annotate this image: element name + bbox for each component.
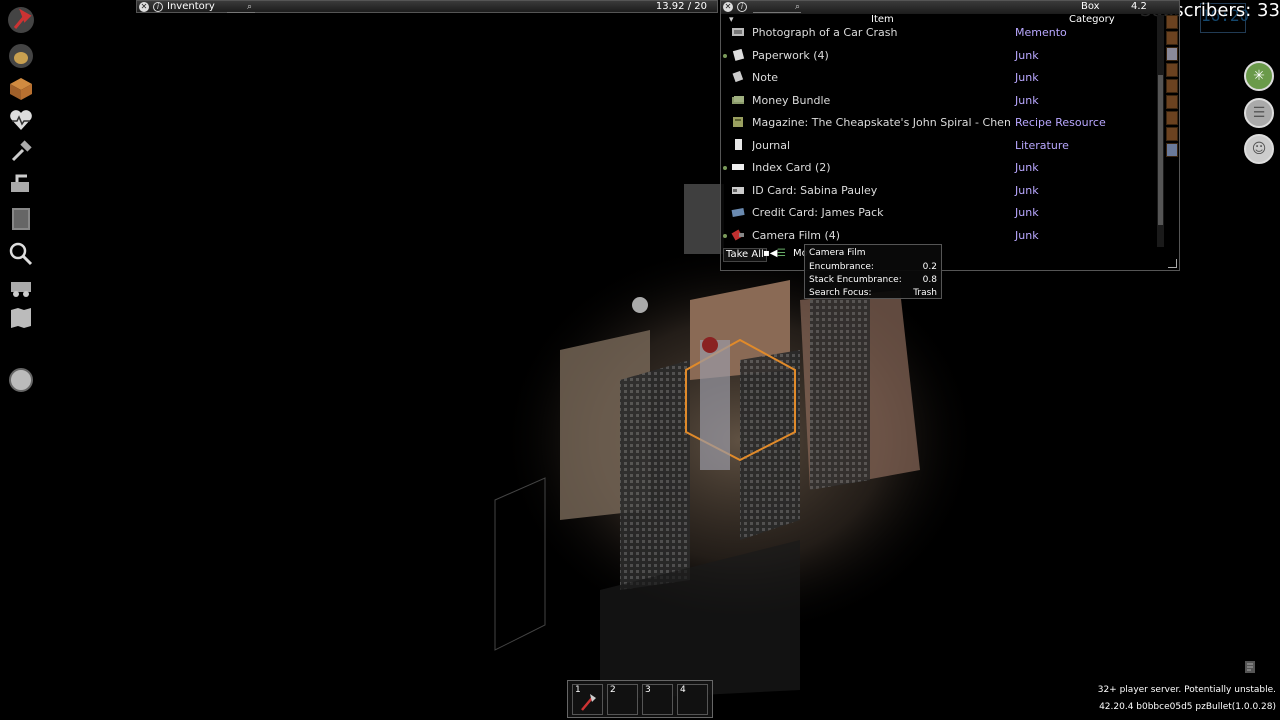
camera-film-icon (731, 229, 744, 240)
card-icon (732, 164, 744, 170)
bag-icon[interactable] (5, 42, 37, 70)
container-tab[interactable] (1166, 79, 1178, 93)
tooltip-row: Search Focus: Trash (809, 288, 937, 298)
loot-title-bar[interactable]: ✕ i ⌕ Box 4.2 (721, 1, 1179, 14)
list-item[interactable]: Photograph of a Car Crash Memento (721, 22, 1157, 44)
loot-panel: ✕ i ⌕ Box 4.2 ▾ Item Category Photograph… (720, 0, 1180, 271)
photo-icon (732, 28, 744, 36)
hotbar-slot[interactable]: 3 (642, 684, 673, 715)
map-icon[interactable] (5, 304, 37, 332)
search-icon[interactable] (5, 240, 37, 268)
container-tab[interactable] (1166, 95, 1178, 109)
credit-card-icon (731, 208, 745, 217)
map-tools-icon[interactable] (5, 272, 37, 300)
info-icon[interactable]: i (153, 2, 163, 12)
inventory-weight: 13.92 / 20 (655, 1, 707, 12)
scroll-thumb[interactable] (1158, 75, 1163, 225)
zoom-badge-icon[interactable] (5, 366, 37, 394)
tooltip-row: Encumbrance: 0.2 (809, 262, 937, 272)
crate-icon[interactable] (5, 74, 37, 102)
close-icon[interactable]: ✕ (723, 2, 733, 12)
magazine-icon (733, 117, 743, 127)
info-icon[interactable]: i (737, 2, 747, 12)
item-tooltip: Camera Film Encumbrance: 0.2 Stack Encumb… (804, 244, 942, 299)
list-item[interactable]: ID Card: Sabina Pauley Junk (721, 180, 1157, 202)
list-item[interactable]: Credit Card: James Pack Junk (721, 202, 1157, 224)
version-info: 42.20.4 b0bbce05d5 pzBullet(1.0.0.28) (1099, 702, 1276, 712)
list-item[interactable]: Money Bundle Junk (721, 90, 1157, 112)
notes-icon[interactable] (1244, 660, 1256, 674)
container-tab[interactable] (1166, 63, 1178, 77)
list-view-icon[interactable]: ☰ (777, 248, 786, 259)
menu-icon[interactable]: ☰ (1244, 98, 1274, 128)
inventory-search-icon[interactable]: ⌕ (247, 2, 252, 12)
floor-tab[interactable] (1166, 143, 1178, 157)
list-item[interactable]: Index Card (2) Junk (721, 157, 1157, 179)
list-item[interactable]: Magazine: The Cheapskate's John Spiral -… (721, 112, 1157, 134)
loot-search-field[interactable] (753, 2, 801, 13)
resize-handle[interactable] (1168, 259, 1177, 268)
hotbar-slot[interactable]: 4 (677, 684, 708, 715)
container-tab[interactable] (1166, 15, 1178, 29)
list-item[interactable]: Note Junk (721, 67, 1157, 89)
take-all-button[interactable]: Take All (723, 248, 767, 262)
tooltip-title: Camera Film (809, 248, 866, 258)
loot-footer: Take All ▪◀ ☰ Mo (721, 247, 1179, 263)
id-card-icon (732, 186, 744, 194)
list-item[interactable]: Journal Literature (721, 135, 1157, 157)
stack-indicator[interactable] (723, 166, 727, 170)
chat-toggle-icon[interactable]: ✳ (1244, 61, 1274, 91)
hotbar-slot[interactable]: 2 (607, 684, 638, 715)
tooltip-row: Stack Encumbrance: 0.8 (809, 275, 937, 285)
health-icon[interactable] (5, 106, 37, 134)
server-warning: 32+ player server. Potentially unstable. (1097, 685, 1276, 695)
primary-weapon-icon[interactable] (5, 6, 37, 34)
container-tab[interactable] (1166, 127, 1178, 141)
stack-indicator[interactable] (723, 233, 727, 238)
user-icon[interactable]: ☺ (1244, 134, 1274, 164)
container-weight: 4.2 (1131, 1, 1147, 12)
inventory-title-bar[interactable]: ✕ i Inventory ⌕ 13.92 / 20 (136, 0, 718, 13)
container-tab[interactable] (1166, 31, 1178, 45)
journal-icon (735, 138, 742, 150)
container-name: Box (1081, 1, 1100, 12)
loot-search-icon[interactable]: ⌕ (795, 2, 800, 12)
list-item[interactable]: Paperwork (4) Junk (721, 45, 1157, 67)
hotbar-slot[interactable]: 1 (572, 684, 603, 715)
hotbar: 1 2 3 4 (567, 680, 713, 718)
inventory-title: Inventory (167, 1, 215, 12)
container-tab[interactable] (1166, 47, 1178, 61)
stack-indicator[interactable] (723, 53, 727, 58)
item-list-scrollbar[interactable] (1157, 15, 1164, 247)
close-icon[interactable]: ✕ (139, 2, 149, 12)
safe-icon[interactable] (5, 204, 37, 232)
paper-icon (732, 48, 745, 61)
axe-icon (581, 694, 596, 711)
money-icon (732, 95, 744, 104)
crafting-icon[interactable] (5, 170, 37, 198)
transfer-arrow-icon[interactable]: ▪◀ (763, 248, 777, 259)
container-tab[interactable] (1166, 111, 1178, 125)
note-icon (732, 71, 744, 83)
hammer-icon[interactable] (5, 138, 37, 166)
